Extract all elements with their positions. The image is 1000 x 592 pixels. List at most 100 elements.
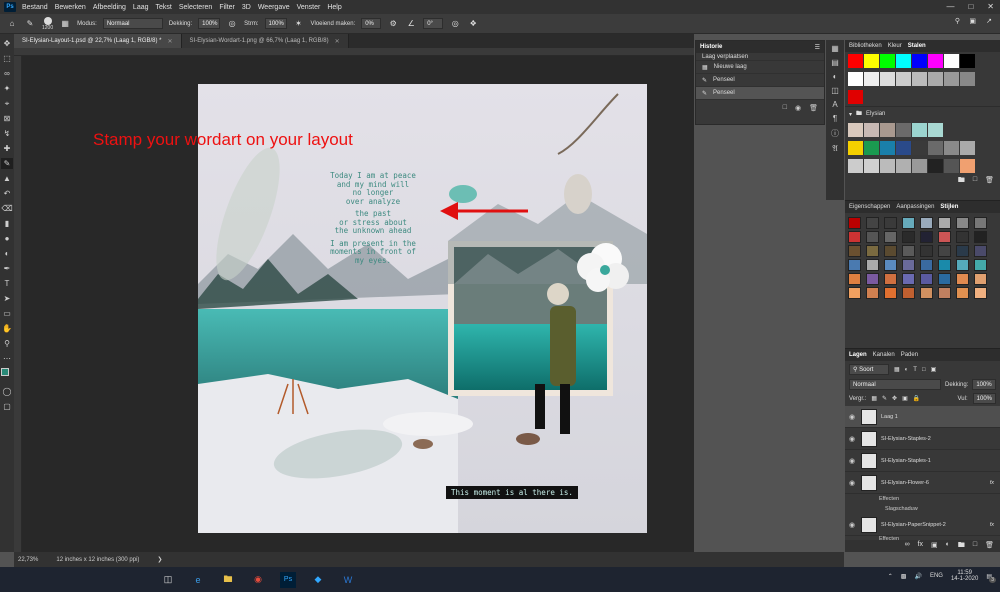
visibility-eye-icon[interactable]: ◉ xyxy=(849,457,857,465)
style-preset[interactable] xyxy=(866,217,879,229)
filter-pixel-icon[interactable]: ▦ xyxy=(894,366,900,373)
color-swatch[interactable] xyxy=(912,123,927,137)
color-swatch[interactable] xyxy=(960,159,975,173)
color-swatch[interactable] xyxy=(864,141,879,155)
style-preset[interactable] xyxy=(884,273,897,285)
lock-all-icon[interactable]: 🔒 xyxy=(913,395,920,402)
adjustment-layer-icon[interactable]: ◐ xyxy=(946,541,950,551)
effects-row[interactable]: Effecten xyxy=(845,494,1000,504)
hand-tool-icon[interactable]: ✋ xyxy=(1,323,13,334)
minimize-icon[interactable]: — xyxy=(946,2,954,11)
opacity-field[interactable]: 100% xyxy=(198,18,221,29)
style-preset[interactable] xyxy=(884,287,897,299)
visibility-eye-icon[interactable]: ◉ xyxy=(849,479,857,487)
color-swatch[interactable] xyxy=(848,72,863,86)
marquee-tool-icon[interactable]: ⬚ xyxy=(1,53,13,64)
tab-layers[interactable]: Lagen xyxy=(849,352,867,358)
style-preset[interactable] xyxy=(848,245,861,257)
style-preset[interactable] xyxy=(920,259,933,271)
color-swatch[interactable] xyxy=(960,54,975,68)
tab-libraries[interactable]: Bibliotheken xyxy=(849,43,882,49)
status-arrow-icon[interactable]: ❯ xyxy=(157,556,162,563)
color-swatch[interactable] xyxy=(912,159,927,173)
menu-3d[interactable]: 3D xyxy=(242,4,251,11)
document-canvas[interactable]: Today I am at peace and my mind will no … xyxy=(198,84,647,533)
layer-filter-select[interactable]: ⚲ Soort xyxy=(849,364,889,375)
color-swatch[interactable] xyxy=(960,141,975,155)
menu-bewerken[interactable]: Bewerken xyxy=(55,4,86,11)
shape-tool-icon[interactable]: ▭ xyxy=(1,308,13,319)
color-swatch[interactable] xyxy=(880,141,895,155)
style-preset[interactable] xyxy=(974,231,987,243)
color-swatch[interactable] xyxy=(896,72,911,86)
filter-smart-icon[interactable]: ▣ xyxy=(931,366,937,373)
trash-icon[interactable]: 🗑 xyxy=(985,541,994,551)
fill-field[interactable]: 100% xyxy=(972,393,996,404)
style-preset[interactable] xyxy=(956,217,969,229)
style-preset[interactable] xyxy=(848,287,861,299)
fx-icon[interactable]: fx xyxy=(918,541,923,551)
app-icon[interactable]: ◆ xyxy=(310,572,326,588)
color-swatch[interactable] xyxy=(880,54,895,68)
close-icon[interactable]: ✕ xyxy=(168,38,173,45)
quick-mask-icon[interactable]: ◯ xyxy=(1,386,13,397)
angle-field[interactable]: 0° xyxy=(423,18,444,29)
quick-select-tool-icon[interactable]: ✦ xyxy=(1,83,13,94)
style-preset[interactable] xyxy=(974,273,987,285)
layer-row[interactable]: ◉ SI-Elysian-Staples-2 xyxy=(845,428,1000,450)
style-preset[interactable] xyxy=(866,245,879,257)
layer-row[interactable]: ◉ SI-Elysian-PaperSnippet-2 fx xyxy=(845,514,1000,536)
zoom-tool-icon[interactable]: ⚲ xyxy=(1,338,13,349)
stamp-tool-icon[interactable]: ▲ xyxy=(1,173,13,184)
tab-paths[interactable]: Paden xyxy=(901,352,918,358)
character-panel-icon[interactable]: A xyxy=(832,100,837,109)
share-icon[interactable]: ↗ xyxy=(986,17,992,25)
style-preset[interactable] xyxy=(920,287,933,299)
layer-row[interactable]: ◉ Laag 1 xyxy=(845,406,1000,428)
filter-shape-icon[interactable]: □ xyxy=(922,367,926,373)
style-preset[interactable] xyxy=(884,217,897,229)
style-preset[interactable] xyxy=(920,231,933,243)
layer-row[interactable]: ◉ SI-Elysian-Staples-1 xyxy=(845,450,1000,472)
document-size[interactable]: 12 inches x 12 inches (300 ppi) xyxy=(56,557,139,563)
color-swatch[interactable] xyxy=(928,141,943,155)
color-swatch[interactable] xyxy=(880,123,895,137)
color-swatch[interactable] xyxy=(896,54,911,68)
swatches-panel-icon[interactable]: ▤ xyxy=(831,58,839,67)
menu-afbeelding[interactable]: Afbeelding xyxy=(93,4,126,11)
blend-mode-select[interactable]: Normaal xyxy=(849,379,941,390)
lock-artboard-icon[interactable]: ▣ xyxy=(902,395,908,402)
menu-selecteren[interactable]: Selecteren xyxy=(179,4,212,11)
eraser-tool-icon[interactable]: ⌫ xyxy=(1,203,13,214)
pressure-opacity-icon[interactable]: ◎ xyxy=(226,18,238,30)
style-preset[interactable] xyxy=(902,231,915,243)
trash-icon[interactable]: 🗑 xyxy=(985,176,994,187)
new-document-icon[interactable]: □ xyxy=(783,104,787,112)
color-swatch[interactable] xyxy=(928,159,943,173)
home-icon[interactable]: ⌂ xyxy=(6,18,18,30)
style-preset[interactable] xyxy=(938,287,951,299)
type-tool-icon[interactable]: T xyxy=(1,278,13,289)
style-preset[interactable] xyxy=(848,273,861,285)
filter-adjustment-icon[interactable]: ◐ xyxy=(905,367,909,373)
task-view-icon[interactable]: ◫ xyxy=(160,572,176,588)
snapshot-icon[interactable]: ◉ xyxy=(795,104,801,112)
move-tool-icon[interactable]: ✥ xyxy=(1,38,13,49)
chrome-icon[interactable]: ◉ xyxy=(250,572,266,588)
color-swatch[interactable] xyxy=(912,54,927,68)
menu-laag[interactable]: Laag xyxy=(133,4,149,11)
color-swatch[interactable] xyxy=(960,72,975,86)
glyphs-panel-icon[interactable]: 𝔄 xyxy=(832,144,837,154)
style-preset[interactable] xyxy=(866,273,879,285)
maximize-icon[interactable]: □ xyxy=(968,2,973,11)
style-preset[interactable] xyxy=(902,273,915,285)
drop-shadow-row[interactable]: Slagschaduw xyxy=(845,504,1000,514)
pen-tool-icon[interactable]: ✒ xyxy=(1,263,13,274)
photoshop-logo-icon[interactable]: Ps xyxy=(4,2,16,12)
style-preset[interactable] xyxy=(902,259,915,271)
close-icon[interactable]: ✕ xyxy=(335,38,340,45)
eyedropper-tool-icon[interactable]: ↯ xyxy=(1,128,13,139)
zoom-level[interactable]: 22,73% xyxy=(18,557,38,563)
visibility-eye-icon[interactable]: ◉ xyxy=(849,413,857,421)
mask-icon[interactable]: ▣ xyxy=(931,541,938,551)
